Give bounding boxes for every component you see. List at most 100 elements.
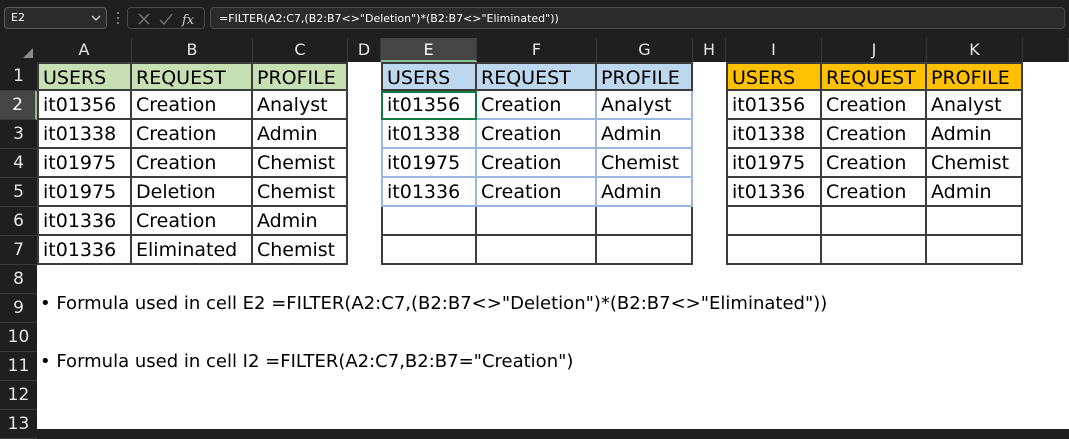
- row-header-6[interactable]: 6: [0, 207, 37, 236]
- filter1-table-cell[interactable]: Creation: [477, 149, 597, 178]
- source-table-cell[interactable]: Chemist: [253, 178, 348, 207]
- filter1-table-header-0[interactable]: USERS: [381, 62, 477, 91]
- column-header-d[interactable]: D: [348, 38, 381, 62]
- source-table-cell[interactable]: it01356: [37, 91, 132, 120]
- chevron-down-icon[interactable]: [90, 12, 102, 24]
- filter1-table-cell[interactable]: it01975: [381, 149, 477, 178]
- row-header-7[interactable]: 7: [0, 236, 37, 265]
- filter1-table-cell[interactable]: [477, 207, 597, 236]
- row-header-4[interactable]: 4: [0, 149, 37, 178]
- column-header-h[interactable]: H: [693, 38, 726, 62]
- formula-input[interactable]: =FILTER(A2:C7,(B2:B7<>"Deletion")*(B2:B7…: [210, 7, 1065, 29]
- source-table-cell[interactable]: Chemist: [253, 149, 348, 178]
- filter1-table-header-1[interactable]: REQUEST: [477, 62, 597, 91]
- column-header-b[interactable]: B: [132, 38, 253, 62]
- row-header-11[interactable]: 11: [0, 352, 37, 381]
- insert-function-icon[interactable]: fx: [181, 11, 197, 27]
- filter2-table-cell[interactable]: Admin: [927, 120, 1023, 149]
- filter2-table-cell[interactable]: Creation: [822, 178, 927, 207]
- row-header-5[interactable]: 5: [0, 178, 37, 207]
- filter2-table-cell[interactable]: it01338: [726, 120, 822, 149]
- filter2-table-cell[interactable]: [927, 236, 1023, 265]
- filter2-table-cell[interactable]: it01975: [726, 149, 822, 178]
- filter2-table-header-2[interactable]: PROFILE: [927, 62, 1023, 91]
- row-header-9[interactable]: 9: [0, 294, 37, 323]
- filter1-table-cell[interactable]: [381, 207, 477, 236]
- column-header-j[interactable]: J: [822, 38, 927, 62]
- column-header-a[interactable]: A: [37, 38, 132, 62]
- column-header-k[interactable]: K: [927, 38, 1023, 62]
- filter2-table-cell[interactable]: Creation: [822, 149, 927, 178]
- filter2-table-cell[interactable]: it01336: [726, 178, 822, 207]
- source-table-cell[interactable]: Admin: [253, 120, 348, 149]
- column-header-blank: [1023, 38, 1069, 62]
- source-table-cell[interactable]: Creation: [132, 120, 253, 149]
- source-table-cell[interactable]: Creation: [132, 207, 253, 236]
- filter1-table-cell[interactable]: [381, 236, 477, 265]
- source-table-cell[interactable]: it01975: [37, 178, 132, 207]
- spreadsheet-grid: ABCDEFGHIJK 1 2 3 4 5 6 7 8 9 10 11 12 13 USERS REQUE…: [0, 38, 1069, 439]
- filter2-table-cell[interactable]: [822, 207, 927, 236]
- source-table-cell[interactable]: Admin: [253, 207, 348, 236]
- column-header-f[interactable]: F: [477, 38, 597, 62]
- filter2-table-cell[interactable]: [822, 236, 927, 265]
- filter2-table-cell[interactable]: Chemist: [927, 149, 1023, 178]
- filter2-table-cell[interactable]: Admin: [927, 178, 1023, 207]
- source-table-cell[interactable]: Creation: [132, 149, 253, 178]
- filter2-table-header-1[interactable]: REQUEST: [822, 62, 927, 91]
- filter1-table-cell[interactable]: [477, 236, 597, 265]
- filter2-table-cell[interactable]: [927, 207, 1023, 236]
- row-header-1[interactable]: 1: [0, 62, 37, 91]
- source-table-cell[interactable]: it01336: [37, 236, 132, 265]
- source-table-cell[interactable]: Eliminated: [132, 236, 253, 265]
- source-table-cell[interactable]: Analyst: [253, 91, 348, 120]
- source-table-header-1[interactable]: REQUEST: [132, 62, 253, 91]
- filter1-table-header-2[interactable]: PROFILE: [597, 62, 693, 91]
- filter1-table-cell[interactable]: Creation: [477, 120, 597, 149]
- column-header-c[interactable]: C: [253, 38, 348, 62]
- filter2-table-cell[interactable]: Analyst: [927, 91, 1023, 120]
- filter1-table-cell[interactable]: it01338: [381, 120, 477, 149]
- source-table-cell[interactable]: Creation: [132, 91, 253, 120]
- name-box-value: E2: [11, 11, 25, 24]
- column-header-i[interactable]: I: [726, 38, 822, 62]
- source-table-header-0[interactable]: USERS: [37, 62, 132, 91]
- filter2-table-cell[interactable]: [726, 207, 822, 236]
- filter1-table-cell[interactable]: Creation: [477, 178, 597, 207]
- filter2-table-cell[interactable]: [726, 236, 822, 265]
- source-table-cell[interactable]: it01975: [37, 149, 132, 178]
- filter1-table-cell[interactable]: it01356: [381, 91, 477, 120]
- filter2-table-cell[interactable]: Creation: [822, 91, 927, 120]
- filter1-table-cell[interactable]: Chemist: [597, 149, 693, 178]
- formula-text: =FILTER(A2:C7,(B2:B7<>"Deletion")*(B2:B7…: [219, 12, 559, 25]
- source-table-header-2[interactable]: PROFILE: [253, 62, 348, 91]
- source-table-cell[interactable]: it01336: [37, 207, 132, 236]
- source-table-cell[interactable]: Deletion: [132, 178, 253, 207]
- filter1-table-cell[interactable]: Admin: [597, 120, 693, 149]
- row-header-8[interactable]: 8: [0, 265, 37, 294]
- filter1-table-cell[interactable]: Admin: [597, 178, 693, 207]
- filter1-table-cell[interactable]: [597, 236, 693, 265]
- filter1-table-cell[interactable]: Creation: [477, 91, 597, 120]
- source-table-cell[interactable]: Chemist: [253, 236, 348, 265]
- column-header-g[interactable]: G: [597, 38, 693, 62]
- filter2-table-cell[interactable]: it01356: [726, 91, 822, 120]
- row-header-2[interactable]: 2: [0, 91, 37, 120]
- cancel-icon[interactable]: [136, 11, 152, 27]
- column-header-e[interactable]: E: [381, 38, 477, 62]
- select-all-button[interactable]: [0, 38, 37, 62]
- formula-buttons: fx: [127, 7, 205, 29]
- filter1-table-cell[interactable]: it01336: [381, 178, 477, 207]
- enter-icon[interactable]: [158, 11, 174, 27]
- source-table-cell[interactable]: it01338: [37, 120, 132, 149]
- filter1-table-cell[interactable]: [597, 207, 693, 236]
- name-box[interactable]: E2: [4, 7, 107, 29]
- row-header-12[interactable]: 12: [0, 381, 37, 410]
- row-header-3[interactable]: 3: [0, 120, 37, 149]
- more-options-icon: [117, 12, 119, 24]
- row-header-13[interactable]: 13: [0, 410, 37, 439]
- filter1-table-cell[interactable]: Analyst: [597, 91, 693, 120]
- filter2-table-cell[interactable]: Creation: [822, 120, 927, 149]
- filter2-table-header-0[interactable]: USERS: [726, 62, 822, 91]
- row-header-10[interactable]: 10: [0, 323, 37, 352]
